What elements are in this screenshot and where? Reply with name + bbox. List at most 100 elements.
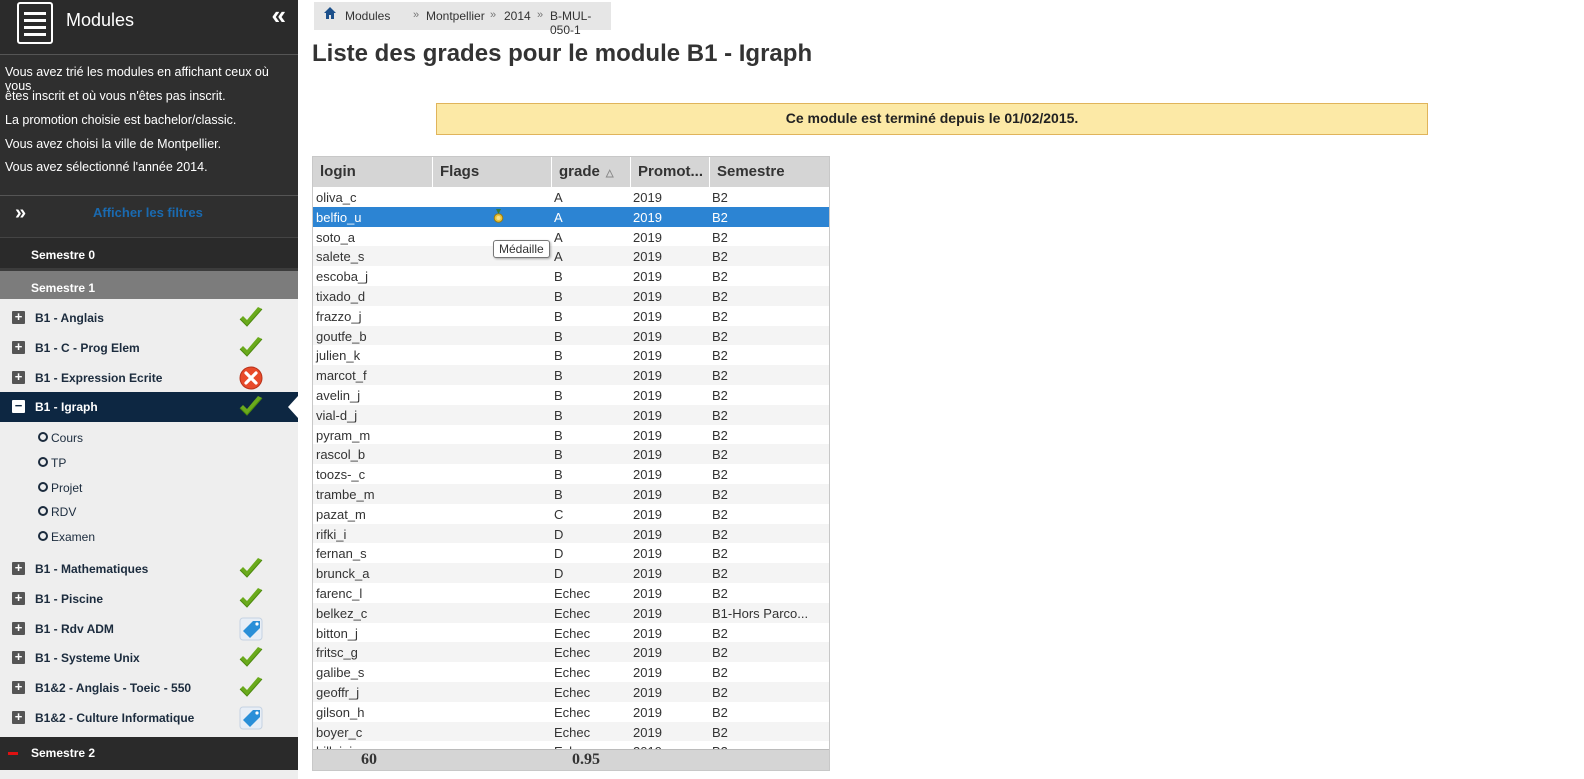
cell-promotion: 2019 [633, 209, 662, 225]
expand-module-icon[interactable]: + [12, 340, 25, 354]
expand-module-icon[interactable]: + [12, 310, 25, 324]
table-row[interactable]: escoba_j B 2019 B2 [313, 266, 829, 286]
expand-module-icon[interactable]: + [12, 561, 25, 575]
show-filters-button[interactable]: » Afficher les filtres [0, 195, 298, 238]
module-subitem[interactable]: Examen [38, 530, 95, 544]
expand-module-icon[interactable]: + [12, 680, 25, 694]
module-subitem[interactable]: Cours [38, 431, 83, 445]
table-row[interactable]: fernan_s D 2019 B2 [313, 543, 829, 563]
cell-promotion: 2019 [633, 289, 662, 304]
cell-login: marcot_f [316, 368, 367, 384]
expand-module-icon[interactable]: + [12, 710, 25, 724]
table-header: login Flags grade △ Promot... Semestre [313, 157, 829, 187]
table-row[interactable]: trambe_m B 2019 B2 [313, 484, 829, 504]
collapse-sidebar-icon[interactable]: « [272, 0, 286, 31]
cell-login: rifki_i [316, 526, 347, 542]
table-row[interactable]: pyram_m B 2019 B2 [313, 425, 829, 445]
module-item[interactable]: + B1 - Piscine [0, 584, 298, 614]
cell-semestre: B2 [712, 506, 728, 522]
table-row[interactable]: avelin_j B 2019 B2 [313, 385, 829, 405]
module-item[interactable]: + B1 - Expression Ecrite [0, 363, 298, 393]
table-row[interactable]: marcot_f B 2019 B2 [313, 365, 829, 385]
cell-semestre: B2 [712, 328, 728, 344]
module-item[interactable]: + B1&2 - Culture Informatique [0, 703, 298, 733]
table-row[interactable]: boyer_c Echec 2019 B2 [313, 721, 829, 742]
table-row[interactable]: bitton_j Echec 2019 B2 [313, 623, 829, 643]
column-header-grade[interactable]: grade △ [552, 157, 631, 187]
table-row[interactable]: pazat_m C 2019 B2 [313, 504, 829, 524]
cell-promotion: 2019 [633, 526, 662, 542]
filter-summary-line: Vous avez choisi la ville de Montpellier… [5, 137, 222, 151]
table-row[interactable]: rifki_i D 2019 B2 [313, 523, 829, 544]
column-header-promotion[interactable]: Promot... [631, 157, 710, 187]
cell-promotion: 2019 [633, 269, 662, 285]
breadcrumb-modules[interactable]: Modules [345, 9, 390, 23]
module-name: B1 - Rdv ADM [35, 622, 114, 636]
expand-module-icon[interactable]: + [12, 621, 25, 635]
module-item[interactable]: − B1 - Igraph [0, 392, 298, 422]
table-row[interactable]: belfio_u A 2019 B2 [313, 206, 829, 227]
table-row[interactable]: tixado_d B 2019 B2 [313, 286, 829, 306]
cell-semestre: B2 [712, 308, 728, 324]
module-item[interactable]: + B1 - Mathematiques [0, 554, 298, 584]
medal-icon[interactable] [493, 208, 504, 223]
table-row[interactable]: galibe_s Echec 2019 B2 [313, 662, 829, 682]
cell-promotion: 2019 [633, 427, 662, 443]
cell-semestre: B2 [712, 427, 728, 443]
bullet-icon [38, 506, 48, 516]
cell-grade: B [554, 407, 563, 423]
table-row[interactable]: julien_k B 2019 B2 [313, 345, 829, 365]
module-item[interactable]: + B1 - Systeme Unix [0, 643, 298, 673]
column-header-semestre[interactable]: Semestre [710, 157, 829, 187]
module-item[interactable]: + B1 - C - Prog Elem [0, 333, 298, 363]
sort-ascending-icon: △ [605, 168, 614, 179]
cell-grade: D [554, 566, 564, 582]
semester-2[interactable]: Semestre 2 [0, 737, 298, 770]
table-row[interactable]: brunck_a D 2019 B2 [313, 563, 829, 583]
bullet-icon [38, 457, 48, 467]
cell-login: brunck_a [316, 566, 370, 582]
semester-0[interactable]: Semestre 0 [0, 237, 298, 268]
module-item[interactable]: + B1 - Rdv ADM [0, 614, 298, 644]
breadcrumb-city[interactable]: Montpellier [426, 9, 485, 23]
expand-module-icon[interactable]: + [12, 650, 25, 664]
expand-module-icon[interactable]: + [12, 370, 25, 384]
module-item[interactable]: + B1 - Anglais [0, 303, 298, 333]
breadcrumb: Modules » Montpellier » 2014 » B-MUL-050… [314, 2, 611, 37]
cell-semestre: B2 [712, 586, 728, 601]
module-subitem[interactable]: RDV [38, 505, 76, 519]
breadcrumb-module-code[interactable]: B-MUL-050-1 [550, 9, 611, 37]
column-header-flags[interactable]: Flags [433, 157, 552, 187]
table-row[interactable]: oliva_c A 2019 B2 [313, 187, 829, 207]
table-row[interactable]: hillai_jEchec2019B2 [313, 741, 829, 749]
module-subitem[interactable]: TP [38, 456, 66, 470]
table-row[interactable]: geoffr_j Echec 2019 B2 [313, 682, 829, 702]
cell-semestre: B2 [712, 665, 728, 681]
table-row[interactable]: rascol_b B 2019 B2 [313, 444, 829, 465]
table-row[interactable]: toozs-_c B 2019 B2 [313, 464, 829, 484]
cell-grade: B [554, 487, 563, 502]
semester-1[interactable]: Semestre 1 [0, 268, 298, 299]
table-row[interactable]: farenc_l Echec 2019 B2 [313, 583, 829, 603]
module-item[interactable]: + B1&2 - Anglais - Toeic - 550 [0, 673, 298, 703]
table-row[interactable]: belkez_c Echec 2019 B1-Hors Parco... [313, 602, 829, 623]
breadcrumb-separator: » [490, 9, 497, 21]
cell-grade: Echec [554, 685, 591, 700]
table-row[interactable]: soto_a A 2019 B2 [313, 227, 829, 247]
column-header-login[interactable]: login [313, 157, 433, 187]
module-subitem[interactable]: Projet [38, 481, 82, 495]
table-row[interactable]: vial-d_j B 2019 B2 [313, 404, 829, 425]
module-name: B1 - Systeme Unix [35, 651, 140, 665]
table-row[interactable]: goutfe_b B 2019 B2 [313, 325, 829, 346]
cell-login: pazat_m [316, 506, 366, 522]
table-row[interactable]: gilson_h Echec 2019 B2 [313, 702, 829, 722]
collapse-module-icon[interactable]: − [12, 399, 25, 413]
expand-module-icon[interactable]: + [12, 591, 25, 605]
breadcrumb-year[interactable]: 2014 [504, 9, 531, 23]
table-row[interactable]: salete_s A 2019 B2 [313, 246, 829, 267]
cell-login: salete_s [316, 249, 365, 265]
table-row[interactable]: fritsc_g Echec 2019 B2 [313, 642, 829, 663]
home-icon[interactable] [323, 6, 337, 20]
table-row[interactable]: frazzo_j B 2019 B2 [313, 306, 829, 326]
module-subitem-label: TP [51, 456, 67, 470]
